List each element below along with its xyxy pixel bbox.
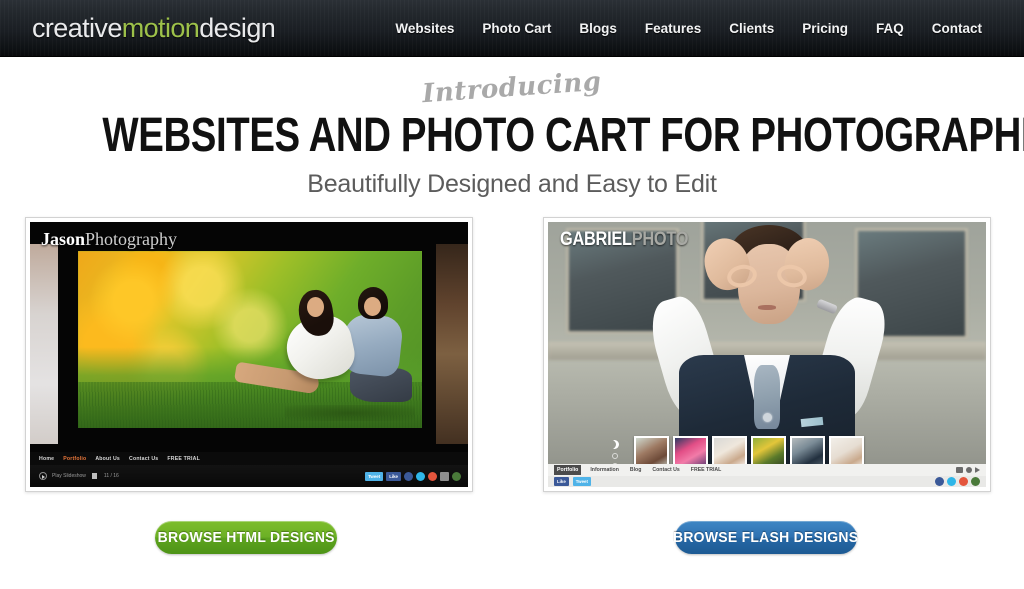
site-title-bold: Jason	[41, 229, 86, 250]
fullscreen-icon[interactable]	[956, 467, 963, 474]
nav-item-websites[interactable]: Websites	[381, 15, 468, 42]
browse-flash-designs-label: BROWSE FLASH DESIGNS	[673, 529, 859, 547]
facebook-icon[interactable]	[404, 471, 413, 481]
flash-demo-preview[interactable]: GABRIELPHOTO Portfolio Information Blog …	[543, 217, 991, 493]
hero-section: Introducing WEBSITES AND PHOTO CART FOR …	[0, 57, 1024, 199]
site-title-light: Photography	[85, 229, 178, 250]
html-demo-navigation: Home Portfolio About Us Contact Us FREE …	[30, 452, 468, 466]
twitter-tweet-button[interactable]: Tweet	[572, 477, 591, 487]
logo-part-design: design	[199, 13, 276, 43]
photo-groom-mouth	[758, 304, 776, 310]
photo-man-face	[363, 297, 381, 317]
preview-gallery: JasonPhotography Home Portfolio About Us…	[0, 217, 1024, 517]
flash-demo-frame: GABRIELPHOTO Portfolio Information Blog …	[548, 222, 986, 488]
facebook-like-button[interactable]: Like	[386, 471, 401, 481]
html-demo-preview[interactable]: JasonPhotography Home Portfolio About Us…	[25, 217, 473, 493]
site-title-light: PHOTO	[631, 229, 689, 251]
volume-icon[interactable]	[975, 467, 980, 474]
rss-icon[interactable]	[452, 471, 461, 481]
demo-nav-contact-us[interactable]: Contact Us	[129, 456, 158, 462]
backdrop-left	[30, 244, 58, 445]
hero-photo-couple-on-grass	[78, 251, 422, 429]
brightness-icon[interactable]	[610, 440, 619, 449]
rss-icon[interactable]	[971, 477, 980, 487]
nav-item-features[interactable]: Features	[631, 15, 715, 42]
html-demo-player-bar: Play Slideshow 11 / 16 Tweet Like	[30, 465, 468, 488]
browse-html-designs-label: BROWSE HTML DESIGNS	[157, 529, 335, 547]
play-slideshow-label[interactable]: Play Slideshow	[52, 473, 86, 479]
flash-demo-stage: GABRIELPHOTO Portfolio Information Blog …	[548, 222, 986, 488]
demo-nav-information[interactable]: Information	[588, 465, 621, 475]
demo-nav-home[interactable]: Home	[39, 456, 54, 462]
nav-item-contact[interactable]: Contact	[918, 15, 996, 42]
slide-counter: 11 / 16	[103, 473, 119, 480]
nav-item-pricing[interactable]: Pricing	[788, 15, 862, 42]
twitter-icon[interactable]	[947, 477, 956, 487]
demo-nav-portfolio[interactable]: Portfolio	[63, 456, 86, 462]
page-title: WEBSITES AND PHOTO CART FOR PHOTOGRAPHER…	[102, 109, 1024, 162]
google-plus-icon[interactable]	[959, 477, 968, 487]
demo-nav-portfolio[interactable]: Portfolio	[554, 465, 582, 476]
facebook-icon[interactable]	[935, 477, 944, 487]
logo-part-motion: motion	[121, 13, 200, 43]
play-icon[interactable]	[39, 472, 47, 481]
demo-nav-free-trial[interactable]: FREE TRIAL	[689, 465, 724, 475]
flash-demo-social-bar: Like Tweet	[548, 476, 986, 488]
site-title-bold: GABRIEL	[560, 229, 632, 251]
browse-flash-designs-button[interactable]: BROWSE FLASH DESIGNS	[673, 521, 859, 555]
html-demo-frame: JasonPhotography Home Portfolio About Us…	[30, 222, 468, 488]
facebook-like-button[interactable]: Like	[554, 477, 569, 487]
pause-icon[interactable]	[91, 473, 97, 480]
browse-html-designs-button[interactable]: BROWSE HTML DESIGNS	[155, 521, 337, 555]
html-demo-stage: JasonPhotography Home Portfolio About Us…	[30, 222, 468, 488]
flash-demo-site-title: GABRIELPHOTO	[560, 229, 689, 251]
flash-demo-navigation: Portfolio Information Blog Contact Us FR…	[548, 464, 986, 477]
nav-item-faq[interactable]: FAQ	[862, 15, 918, 42]
demo-nav-free-trial[interactable]: FREE TRIAL	[167, 456, 200, 462]
backdrop-right	[436, 244, 468, 445]
main-navigation: Websites Photo Cart Blogs Features Clien…	[381, 15, 996, 42]
demo-nav-blog[interactable]: Blog	[628, 465, 644, 475]
photo-groom-watch	[816, 298, 838, 315]
cta-row: BROWSE HTML DESIGNS BROWSE FLASH DESIGNS	[0, 521, 1024, 581]
site-header: creativemotiondesign Websites Photo Cart…	[0, 0, 1024, 57]
site-logo[interactable]: creativemotiondesign	[32, 13, 276, 43]
twitter-icon[interactable]	[416, 471, 425, 481]
demo-nav-contact-us[interactable]: Contact Us	[650, 465, 681, 475]
photo-ground-shadow	[285, 405, 416, 422]
html-demo-site-title: JasonPhotography	[41, 230, 177, 248]
nav-item-clients[interactable]: Clients	[715, 15, 788, 42]
nav-item-blogs[interactable]: Blogs	[565, 15, 631, 42]
settings-icon[interactable]	[966, 467, 972, 474]
demo-nav-about-us[interactable]: About Us	[95, 456, 120, 462]
hero-eyebrow: Introducing	[421, 66, 603, 110]
logo-part-creative: creative	[32, 13, 122, 43]
twitter-tweet-button[interactable]: Tweet	[365, 471, 384, 481]
flickr-icon[interactable]	[440, 471, 449, 481]
google-plus-icon[interactable]	[428, 471, 437, 481]
nav-item-photo-cart[interactable]: Photo Cart	[468, 15, 565, 42]
html-demo-social-row: Tweet Like	[365, 471, 461, 481]
hero-subtitle: Beautifully Designed and Easy to Edit	[307, 170, 717, 199]
player-controls	[956, 467, 980, 474]
flash-demo-social-icons	[935, 477, 980, 487]
control-dot-1[interactable]	[611, 453, 618, 460]
